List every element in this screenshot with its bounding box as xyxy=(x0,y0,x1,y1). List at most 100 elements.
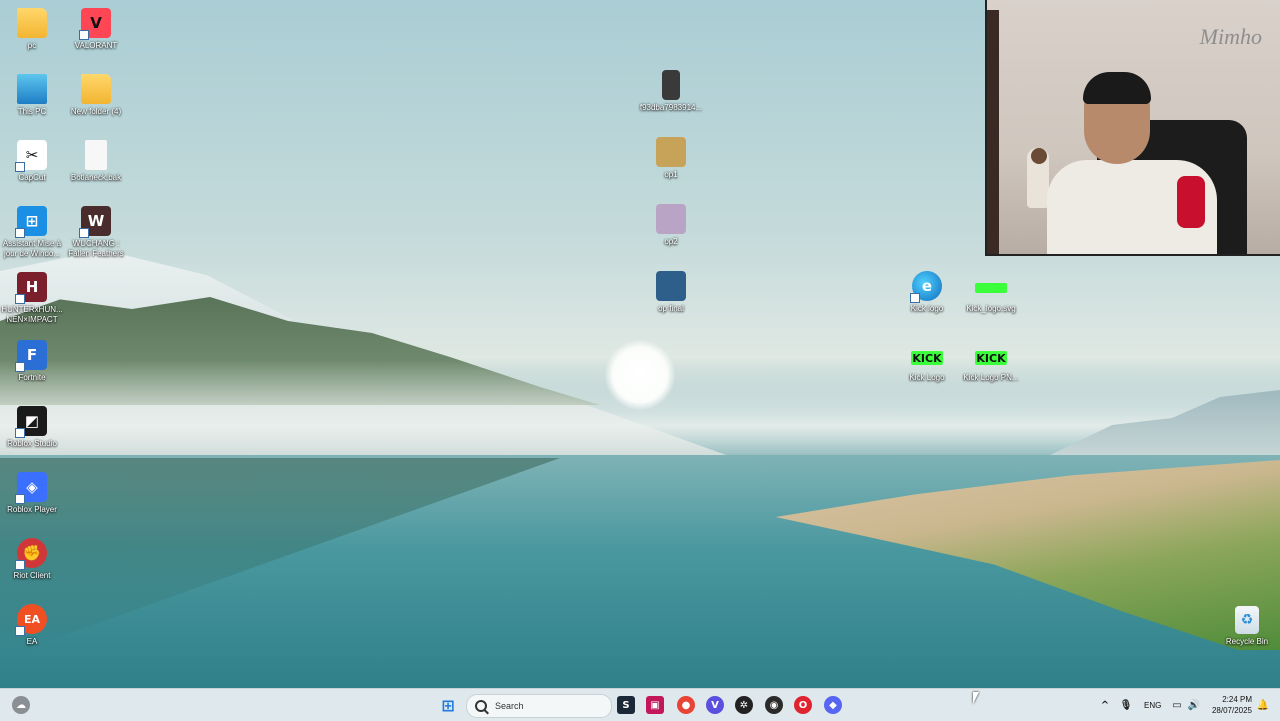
desktop-icon-kick-logo-png[interactable]: KICK Kick Logo PN... xyxy=(958,343,1024,383)
desktop-icon-roblox-player[interactable]: ◈ Roblox Player xyxy=(0,472,65,515)
hunter-game-icon: H xyxy=(15,272,47,304)
desktop-icon-kick-logo-svg[interactable]: Kick_logo.svg xyxy=(958,271,1024,314)
steam-icon[interactable]: S xyxy=(617,696,635,714)
desktop-icon-this-pc[interactable]: This PC xyxy=(0,74,65,117)
icon-label: f93dba7983914... xyxy=(639,103,703,112)
desktop[interactable]: pc V VALORANT This PC New folder (4) ✂ C… xyxy=(0,0,1280,688)
start-button[interactable]: ⊞ xyxy=(439,696,457,715)
icon-label: Roblox Player xyxy=(7,505,57,514)
desktop-icon-op1[interactable]: op1 xyxy=(638,137,704,180)
taskbar-search[interactable]: Search xyxy=(466,694,612,718)
recycle-bin-icon: ♻ xyxy=(1235,606,1259,634)
desktop-icon-new-folder-4[interactable]: New folder (4) xyxy=(63,74,129,117)
icon-label: Roblox Studio xyxy=(7,439,57,448)
volume-icon[interactable]: 🔊 xyxy=(1185,696,1203,714)
webcam-overlay: Mimho xyxy=(985,0,1280,256)
desktop-icon-kick-logo-edge[interactable]: e Kick logo xyxy=(894,271,960,314)
desktop-icon-valorant[interactable]: V VALORANT xyxy=(63,8,129,51)
desktop-icon-image-file[interactable]: f93dba7983914... xyxy=(638,70,704,113)
obs-icon[interactable]: ◉ xyxy=(765,696,783,714)
clock-date[interactable]: 28/07/2025 xyxy=(1208,706,1252,715)
desktop-icon-recycle-bin[interactable]: ♻ Recycle Bin xyxy=(1214,606,1280,647)
monitor-icon xyxy=(17,74,47,104)
notification-bell-icon[interactable]: 🔔 xyxy=(1254,696,1272,714)
icon-label: WUCHANG : Fallen Feathers xyxy=(68,239,124,258)
desktop-icon-pc[interactable]: pc xyxy=(0,8,65,51)
kick-logo-icon: KICK xyxy=(911,351,943,365)
image-thumbnail-icon xyxy=(656,137,686,167)
folder-icon xyxy=(17,8,47,38)
document-icon xyxy=(85,140,107,170)
icon-label: Kick Logo PN... xyxy=(963,373,1019,382)
roblox-studio-icon: ◩ xyxy=(15,406,47,438)
fortnite-icon: F xyxy=(15,340,47,372)
icon-label: Assistant Mise à jour de Windo... xyxy=(2,239,62,258)
search-placeholder: Search xyxy=(495,701,524,711)
taskbar: ☁ ⊞ Search S ▣ ● V ✲ ◉ O ◆ ^ 🎙 ENG ▭ 🔊 2… xyxy=(0,688,1280,721)
chrome-icon[interactable]: ● xyxy=(677,696,695,714)
chatgpt-icon[interactable]: ✲ xyxy=(735,696,753,714)
icon-label: Kick_logo.svg xyxy=(966,304,1016,313)
desktop-icon-op-final[interactable]: op final xyxy=(638,271,704,314)
icon-label: Riot Client xyxy=(13,571,51,580)
wuchang-game-icon: W xyxy=(79,206,111,238)
sun xyxy=(605,340,675,410)
folder-icon xyxy=(81,74,111,104)
kick-logo-icon: KICK xyxy=(975,351,1007,365)
app-icon[interactable]: ▣ xyxy=(646,696,664,714)
icon-label: Fortnite xyxy=(18,373,46,382)
desktop-icon-fortnite[interactable]: F Fortnite xyxy=(0,340,65,383)
windows-logo-icon: ⊞ xyxy=(15,206,47,238)
webcam-door xyxy=(987,10,999,254)
roblox-player-icon: ◈ xyxy=(15,472,47,504)
microphone-icon[interactable]: 🎙 xyxy=(1117,696,1135,714)
icon-label: VALORANT xyxy=(74,41,118,50)
webcam-microphone xyxy=(1177,176,1205,228)
webcam-child-head xyxy=(1031,148,1047,164)
opera-icon[interactable]: O xyxy=(794,696,812,714)
search-icon xyxy=(475,700,487,712)
icon-label: pc xyxy=(27,41,37,50)
edge-browser-icon: e xyxy=(910,271,942,303)
desktop-icon-bottleneck[interactable]: Botlaneck.bak xyxy=(63,140,129,183)
ea-logo-icon: EA xyxy=(15,604,47,636)
image-thumbnail-icon xyxy=(656,204,686,234)
chevron-up-icon[interactable]: ^ xyxy=(1096,696,1114,714)
desktop-icon-ea[interactable]: EA EA xyxy=(0,604,65,647)
icon-label: EA xyxy=(26,637,38,646)
desktop-icon-capcut[interactable]: ✂ CapCut xyxy=(0,140,65,183)
icon-label: Kick Logo xyxy=(909,373,945,382)
image-thumbnail-icon xyxy=(656,271,686,301)
kick-logo-icon xyxy=(975,283,1007,293)
capcut-icon: ✂ xyxy=(15,140,47,172)
icon-label: Botlaneck.bak xyxy=(70,173,122,182)
desktop-icon-kick-logo-2[interactable]: KICK Kick Logo xyxy=(894,343,960,383)
desktop-icon-assistant-windows[interactable]: ⊞ Assistant Mise à jour de Windo... xyxy=(0,206,65,259)
webcam-headset xyxy=(1083,72,1151,104)
icon-label: Recycle Bin xyxy=(1225,637,1269,646)
desktop-icon-op2[interactable]: op2 xyxy=(638,204,704,247)
desktop-icon-roblox-studio[interactable]: ◩ Roblox Studio xyxy=(0,406,65,449)
webcam-watermark: Mimho xyxy=(1199,24,1262,49)
icon-label: HUNTERxHUN... NEN×IMPACT xyxy=(1,305,63,324)
desktop-icon-hunter-hunter[interactable]: H HUNTERxHUN... NEN×IMPACT xyxy=(0,272,65,325)
icon-label: op final xyxy=(658,304,684,313)
icon-label: op2 xyxy=(664,237,678,246)
discord-icon[interactable]: ◆ xyxy=(824,696,842,714)
mouse-cursor xyxy=(973,692,979,704)
icon-label: This PC xyxy=(17,107,47,116)
desktop-icon-wuchang[interactable]: W WUCHANG : Fallen Feathers xyxy=(63,206,129,259)
widgets-icon[interactable]: ☁ xyxy=(12,696,30,714)
clock-time[interactable]: 2:24 PM xyxy=(1212,695,1252,704)
valorant-icon: V xyxy=(79,8,111,40)
icon-label: CapCut xyxy=(18,173,46,182)
icon-label: op1 xyxy=(664,170,678,179)
network-icon[interactable]: ▭ xyxy=(1168,696,1186,714)
image-thumbnail-icon xyxy=(662,70,680,100)
language-indicator[interactable]: ENG xyxy=(1144,701,1161,710)
riot-fist-icon: ✊ xyxy=(15,538,47,570)
v-app-icon[interactable]: V xyxy=(706,696,724,714)
icon-label: New folder (4) xyxy=(70,107,122,116)
icon-label: Kick logo xyxy=(910,304,944,313)
desktop-icon-riot-client[interactable]: ✊ Riot Client xyxy=(0,538,65,581)
